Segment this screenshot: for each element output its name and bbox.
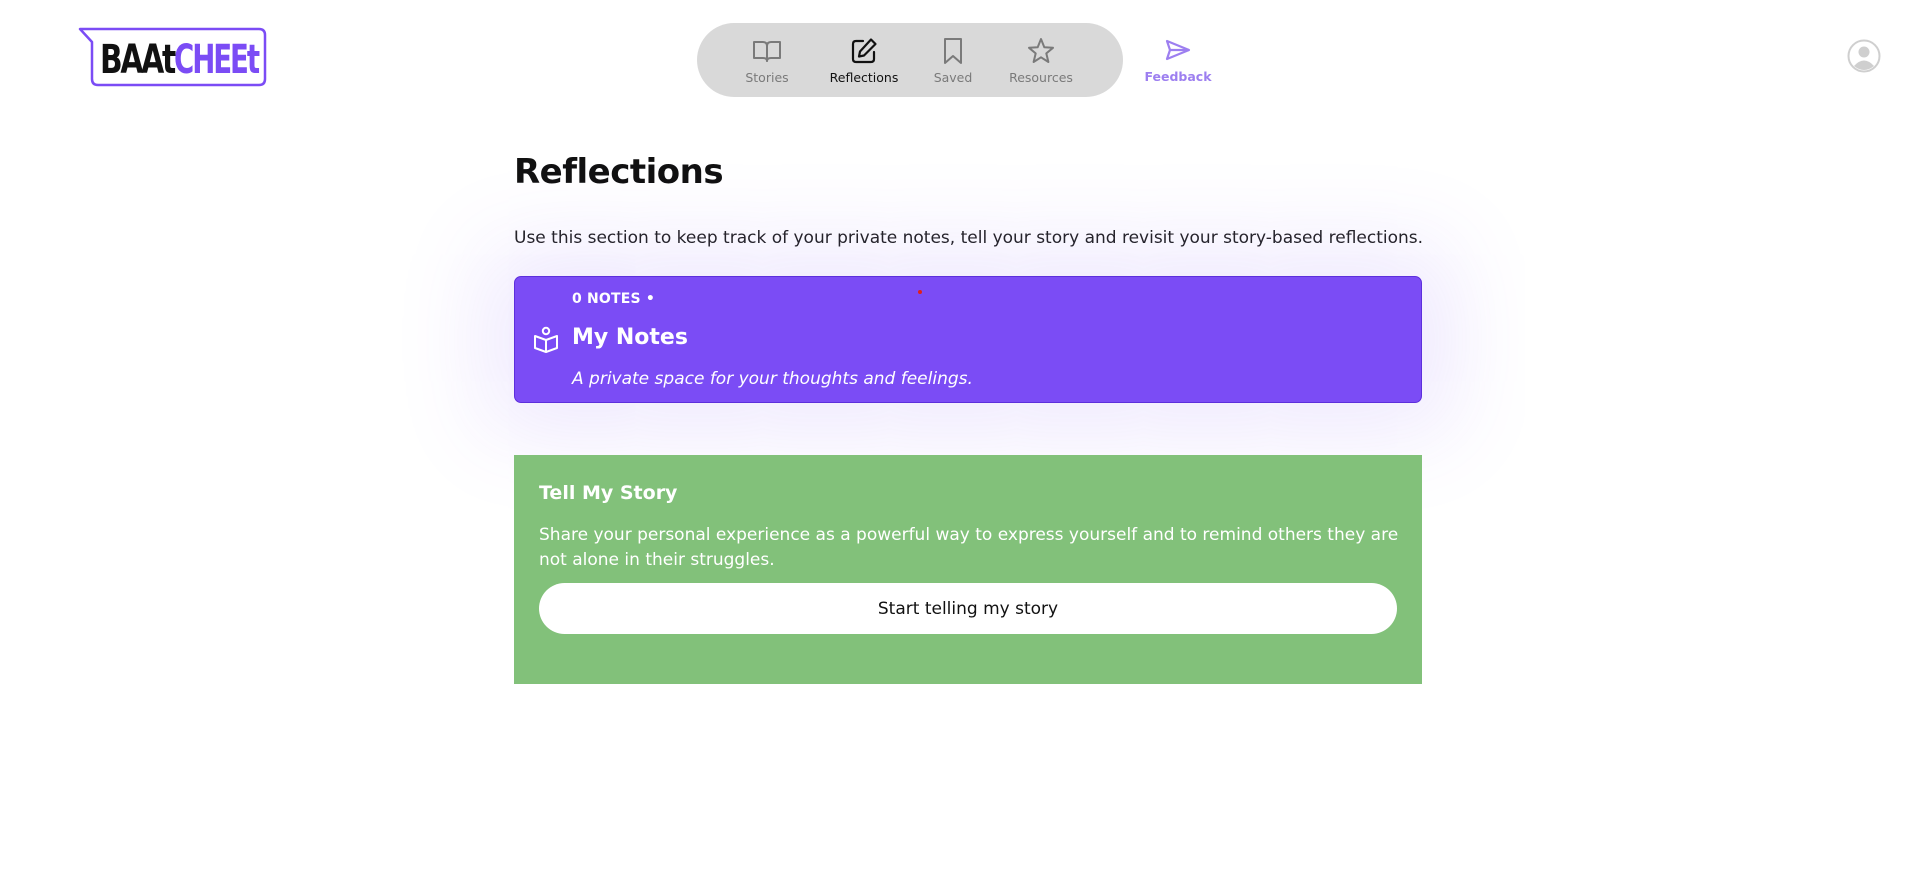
notes-subtitle: A private space for your thoughts and fe… bbox=[572, 369, 973, 389]
send-icon bbox=[1163, 35, 1193, 65]
story-title: Tell My Story bbox=[539, 482, 678, 504]
nav-stories[interactable]: Stories bbox=[735, 23, 799, 97]
svg-text:CHEEt: CHEEt bbox=[174, 37, 260, 83]
star-icon bbox=[1026, 36, 1056, 66]
story-description: Share your personal experience as a powe… bbox=[539, 525, 1399, 570]
bookmark-icon bbox=[938, 36, 968, 66]
reflections-page: BAAt CHEEt Stories Reflections Saved Res… bbox=[0, 0, 1907, 893]
nav-resources-label: Resources bbox=[1009, 70, 1073, 85]
nav-reflections[interactable]: Reflections bbox=[821, 23, 907, 97]
notes-book-icon bbox=[532, 325, 560, 353]
feedback-label: Feedback bbox=[1144, 69, 1212, 84]
feedback-link[interactable]: Feedback bbox=[1138, 23, 1218, 97]
user-avatar-icon[interactable] bbox=[1847, 39, 1881, 73]
my-notes-card[interactable]: 0 NOTES • My Notes A private space for y… bbox=[514, 276, 1422, 403]
start-story-button[interactable]: Start telling my story bbox=[539, 583, 1397, 634]
notes-title: My Notes bbox=[572, 325, 688, 350]
nav-saved[interactable]: Saved bbox=[925, 23, 981, 97]
edit-square-icon bbox=[849, 36, 879, 66]
svg-text:BAAt: BAAt bbox=[100, 37, 176, 83]
nav-saved-label: Saved bbox=[933, 70, 973, 85]
page-title: Reflections bbox=[514, 152, 724, 192]
book-open-icon bbox=[752, 36, 782, 66]
tell-my-story-card: Tell My Story Share your personal experi… bbox=[514, 455, 1422, 684]
cursor-dot bbox=[918, 290, 922, 294]
baatcheet-logo[interactable]: BAAt CHEEt bbox=[78, 25, 267, 87]
notes-count: 0 NOTES • bbox=[572, 291, 656, 307]
page-intro: Use this section to keep track of your p… bbox=[514, 228, 1424, 248]
nav-resources[interactable]: Resources bbox=[1001, 23, 1081, 97]
nav-reflections-label: Reflections bbox=[829, 70, 899, 85]
main-nav: Stories Reflections Saved Resources bbox=[697, 23, 1123, 97]
nav-stories-label: Stories bbox=[745, 70, 789, 85]
